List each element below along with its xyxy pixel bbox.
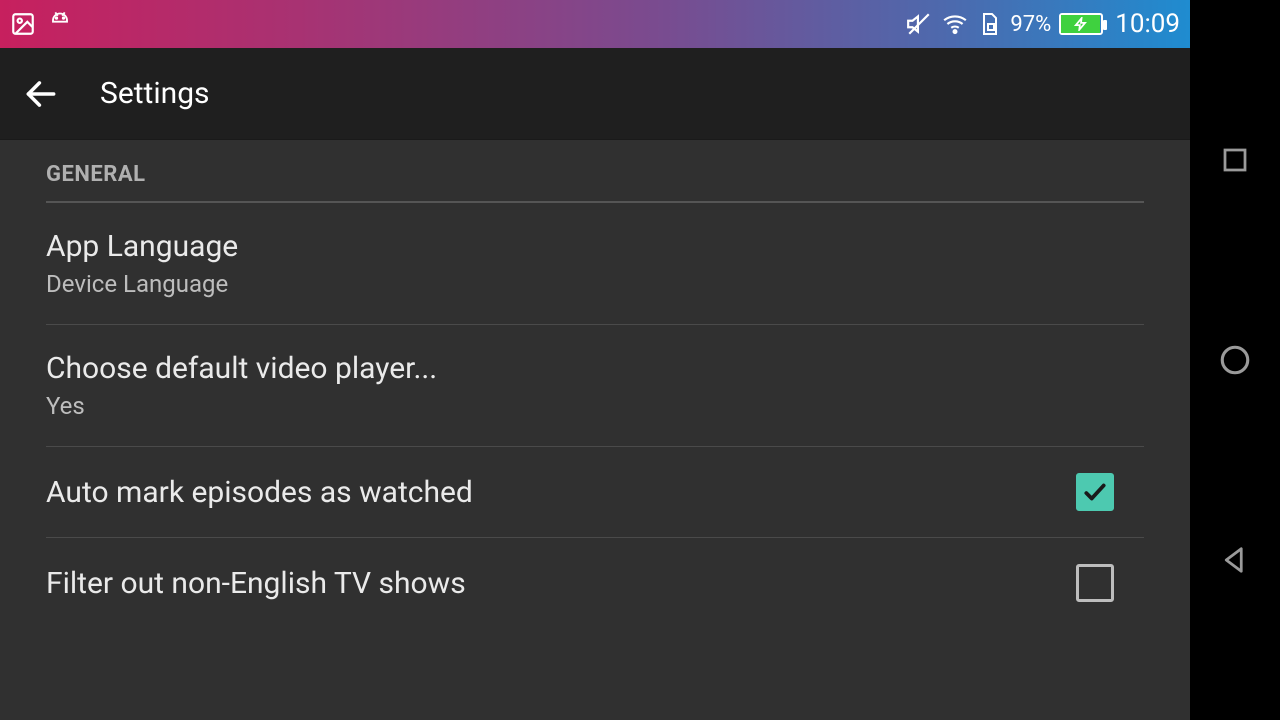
- system-nav-bar: [1190, 0, 1280, 720]
- setting-subtitle: Device Language: [46, 270, 238, 298]
- setting-title: Choose default video player...: [46, 351, 437, 386]
- clock-text: 10:09: [1115, 9, 1180, 39]
- mute-icon: [906, 11, 932, 37]
- setting-default-player[interactable]: Choose default video player... Yes: [0, 325, 1190, 446]
- back-button[interactable]: [22, 75, 60, 113]
- settings-list[interactable]: GENERAL App Language Device Language Cho…: [0, 140, 1190, 720]
- nav-home-button[interactable]: [1215, 340, 1255, 380]
- wifi-icon: [940, 11, 970, 37]
- setting-filter-non-english[interactable]: Filter out non-English TV shows: [0, 538, 1190, 628]
- section-header-general: GENERAL: [0, 140, 1190, 195]
- setting-app-language[interactable]: App Language Device Language: [0, 203, 1190, 324]
- app-bar: Settings: [0, 48, 1190, 140]
- setting-subtitle: Yes: [46, 392, 437, 420]
- battery-percent: 97%: [1010, 12, 1051, 37]
- setting-title: Auto mark episodes as watched: [46, 475, 473, 510]
- checkbox-checked[interactable]: [1076, 473, 1114, 511]
- page-title: Settings: [100, 76, 210, 111]
- setting-auto-mark-watched[interactable]: Auto mark episodes as watched: [0, 447, 1190, 537]
- nav-recent-button[interactable]: [1215, 140, 1255, 180]
- checkbox-unchecked[interactable]: [1076, 564, 1114, 602]
- sim-icon: [978, 11, 1002, 37]
- picture-icon: [10, 11, 36, 37]
- nav-back-button[interactable]: [1215, 540, 1255, 580]
- battery-icon: [1059, 13, 1103, 35]
- setting-title: Filter out non-English TV shows: [46, 566, 466, 601]
- status-bar: 97% 10:09: [0, 0, 1190, 48]
- android-icon: [46, 10, 74, 38]
- setting-title: App Language: [46, 229, 238, 264]
